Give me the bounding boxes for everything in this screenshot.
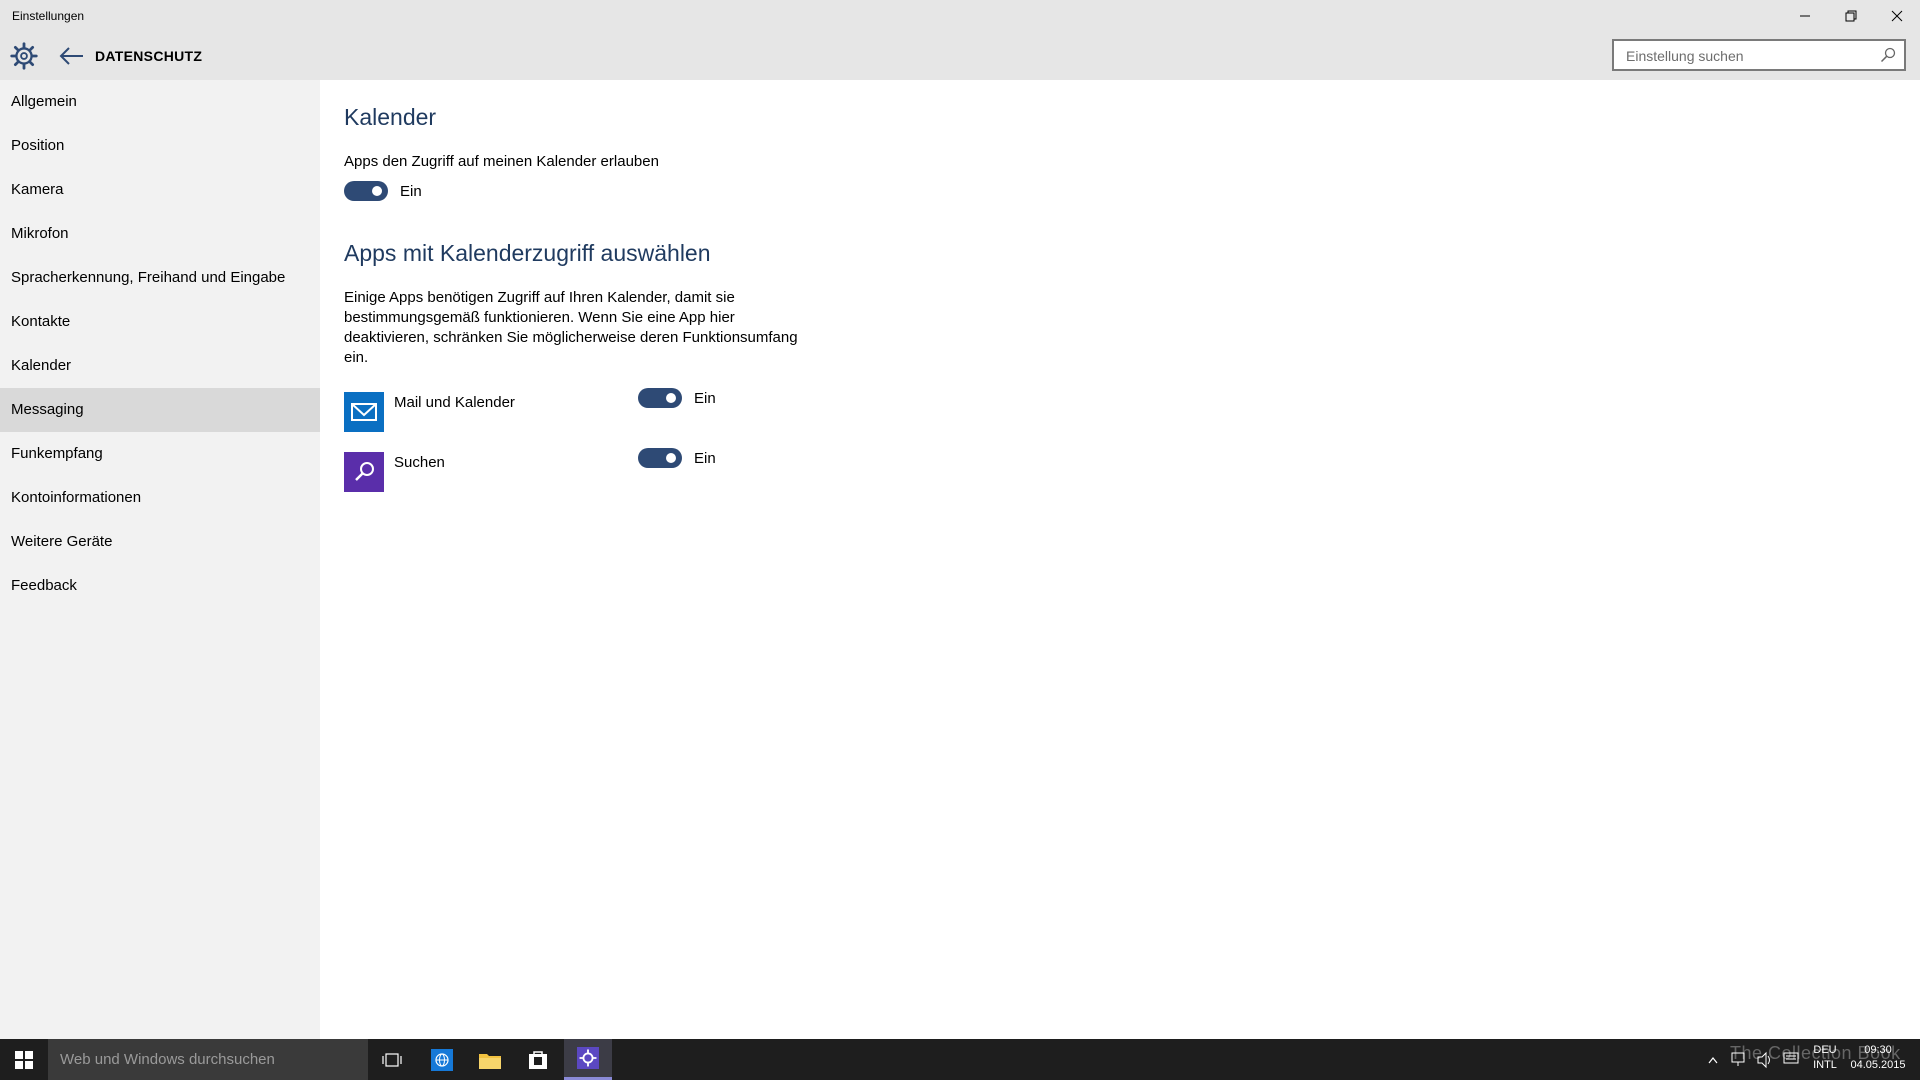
sidebar: Allgemein Position Kamera Mikrofon Sprac… [0,80,320,1039]
taskbar-search-box[interactable]: Web und Windows durchsuchen [48,1039,368,1080]
calendar-access-state: Ein [400,183,422,200]
clock-time: 09:30 [1864,1044,1892,1056]
language-code: DEU [1813,1044,1837,1056]
layout-code: INTL [1813,1059,1837,1071]
calendar-access-toggle[interactable] [344,181,388,201]
apps-description: Einige Apps benötigen Zugriff auf Ihren … [344,289,798,366]
suchen-access-state: Ein [694,450,716,467]
browser-icon [431,1048,453,1071]
store-icon [529,1050,547,1069]
volume-tray[interactable] [1756,1039,1776,1080]
sidebar-item-kamera[interactable]: Kamera [0,168,320,212]
taskbar-browser[interactable] [418,1039,466,1080]
action-center-tray[interactable] [1782,1039,1802,1080]
sidebar-item-feedback[interactable]: Feedback [0,564,320,608]
apps-section-title: Apps mit Kalenderzugriff auswählen [344,240,711,266]
toggle-knob [666,453,676,463]
taskbar: Web und Windows durchsuchen The Collecti… [0,1039,1920,1080]
app-name-suchen: Suchen [394,454,445,471]
calendar-access-label: Apps den Zugriff auf meinen Kalender erl… [344,153,659,170]
chevron-up-icon [1708,1057,1718,1064]
sidebar-item-kontakte[interactable]: Kontakte [0,300,320,344]
gear-icon [10,42,38,70]
taskbar-settings[interactable] [564,1039,612,1080]
clock-tray[interactable]: 09:30 04.05.2015 [1846,1039,1910,1080]
taskbar-search-placeholder: Web und Windows durchsuchen [60,1051,275,1068]
title-bar: Einstellungen [0,0,1920,32]
toggle-knob [372,186,382,196]
toggle-knob [666,393,676,403]
keyboard-layout-tray[interactable]: DEU INTL [1808,1039,1842,1080]
restore-icon [1845,10,1857,22]
settings-header: DATENSCHUTZ [0,32,1920,80]
minimize-icon [1800,15,1810,17]
taskbar-file-explorer[interactable] [466,1039,514,1080]
minimize-button[interactable] [1782,0,1828,32]
sidebar-item-funkempfang[interactable]: Funkempfang [0,432,320,476]
mail-access-toggle[interactable] [638,388,682,408]
sidebar-item-kontoinformationen[interactable]: Kontoinformationen [0,476,320,520]
sidebar-item-messaging[interactable]: Messaging [0,388,320,432]
search-icon[interactable] [1880,47,1896,63]
close-icon [1891,10,1903,22]
start-button[interactable] [0,1039,48,1080]
network-tray[interactable] [1730,1039,1750,1080]
taskbar-store[interactable] [514,1039,562,1080]
search-input[interactable] [1624,42,1868,70]
settings-search-box[interactable] [1612,39,1906,71]
task-view-button[interactable] [368,1039,416,1080]
app-name-mail: Mail und Kalender [394,394,515,411]
close-button[interactable] [1874,0,1920,32]
main-content: Kalender Apps den Zugriff auf meinen Kal… [320,80,1920,1039]
task-view-icon [382,1052,402,1067]
sidebar-item-weitere-geraete[interactable]: Weitere Geräte [0,520,320,564]
mail-icon [344,392,384,432]
back-arrow-icon[interactable] [58,44,86,68]
message-icon [1783,1052,1799,1064]
page-title: DATENSCHUTZ [95,48,203,64]
sidebar-item-allgemein[interactable]: Allgemein [0,80,320,124]
restore-button[interactable] [1828,0,1874,32]
folder-icon [479,1053,501,1069]
section-title: Kalender [344,104,437,130]
windows-logo-icon [15,1050,33,1069]
sidebar-item-mikrofon[interactable]: Mikrofon [0,212,320,256]
sidebar-item-position[interactable]: Position [0,124,320,168]
sidebar-item-kalender[interactable]: Kalender [0,344,320,388]
settings-gear-icon [577,1047,599,1069]
suchen-access-toggle[interactable] [638,448,682,468]
mail-access-state: Ein [694,390,716,407]
volume-icon [1757,1051,1770,1069]
show-hidden-icons[interactable] [1708,1039,1720,1080]
clock-date: 04.05.2015 [1850,1059,1906,1071]
window-title: Einstellungen [12,9,85,23]
network-icon [1731,1052,1745,1066]
search-app-icon [344,452,384,492]
sidebar-item-spracherkennung[interactable]: Spracherkennung, Freihand und Eingabe [0,256,320,300]
